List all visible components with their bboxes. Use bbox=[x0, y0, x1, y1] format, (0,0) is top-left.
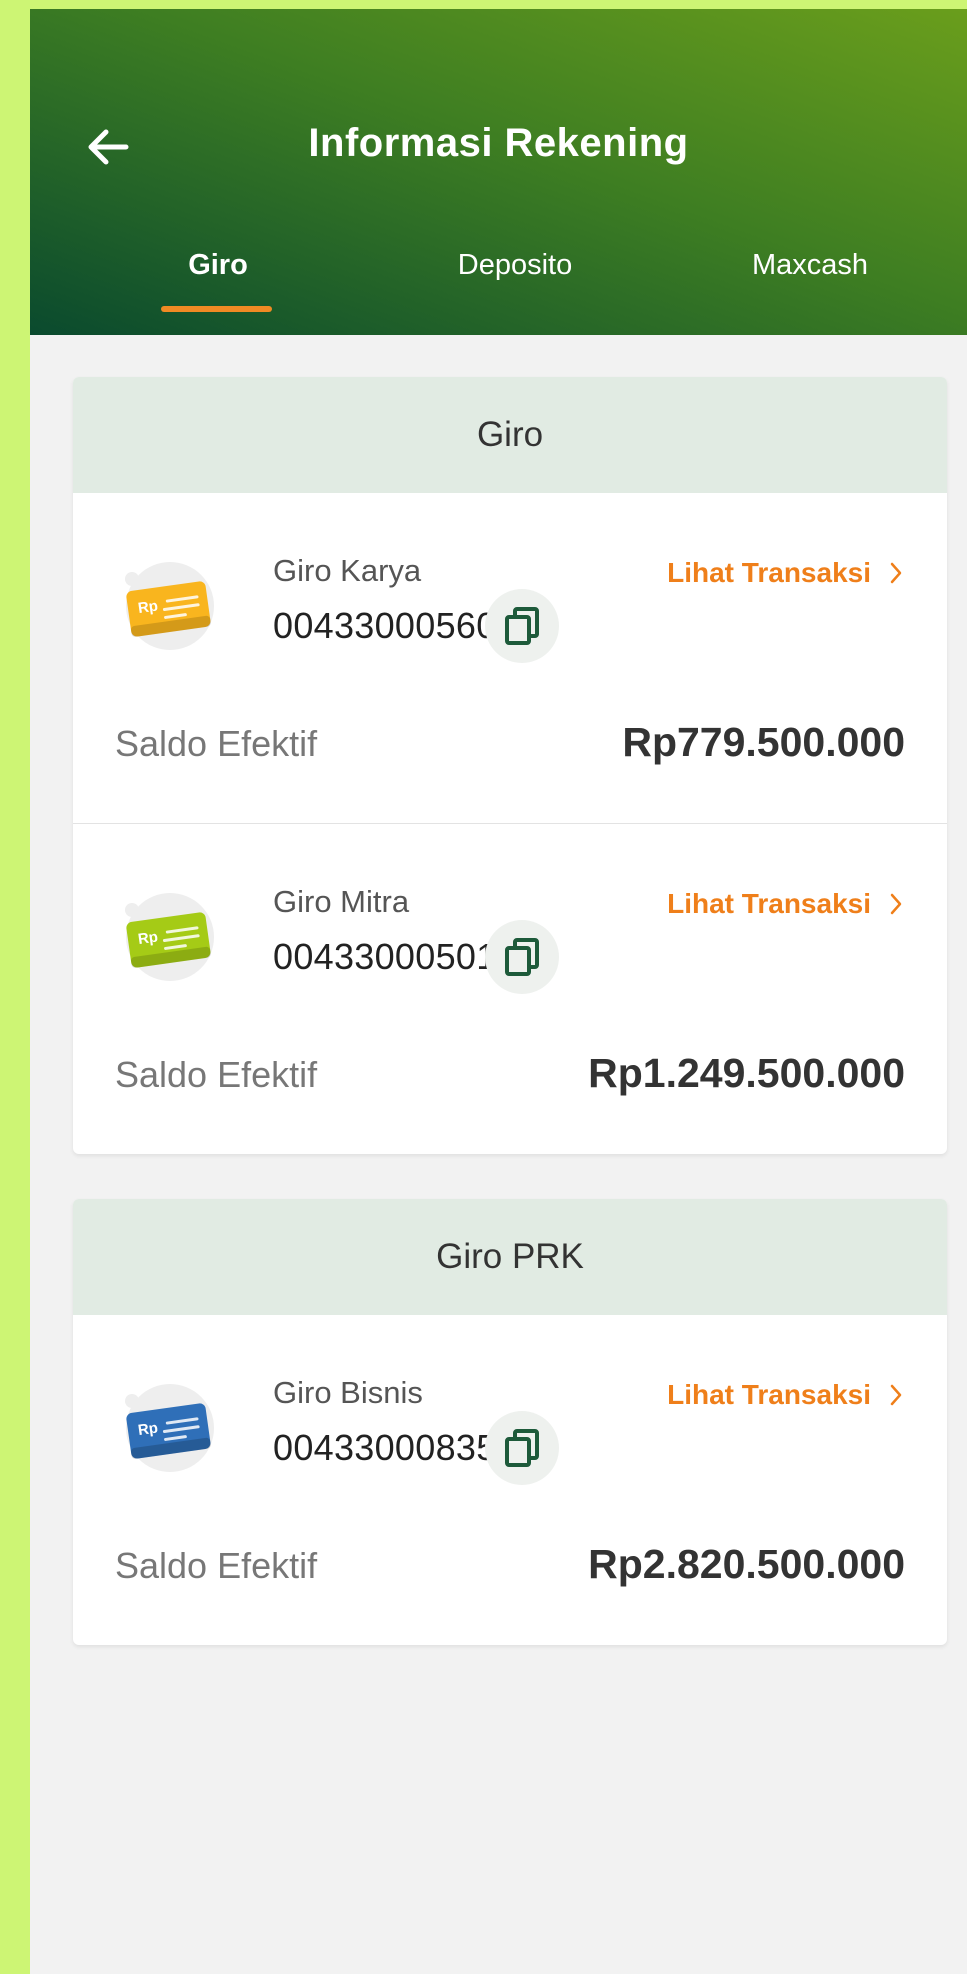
svg-text:Rp: Rp bbox=[137, 928, 159, 948]
saldo-value: Rp779.500.000 bbox=[622, 719, 905, 765]
view-transactions-link[interactable]: Lihat Transaksi bbox=[667, 1379, 903, 1411]
copy-button[interactable] bbox=[485, 920, 559, 994]
view-transactions-label: Lihat Transaksi bbox=[667, 1379, 871, 1410]
app-screen: Informasi Rekening Giro Deposito Maxcash… bbox=[30, 9, 967, 1974]
copy-button[interactable] bbox=[485, 589, 559, 663]
svg-text:Rp: Rp bbox=[137, 597, 159, 617]
group-header: Giro bbox=[73, 377, 947, 493]
view-transactions-link[interactable]: Lihat Transaksi bbox=[667, 888, 903, 920]
copy-icon bbox=[505, 607, 539, 645]
header: Informasi Rekening Giro Deposito Maxcash bbox=[30, 9, 967, 335]
account-number: 00433000835 bbox=[273, 1427, 497, 1468]
account-number: 00433000560 bbox=[273, 605, 497, 646]
copy-icon bbox=[505, 938, 539, 976]
card-icon: Rp bbox=[118, 892, 218, 982]
view-transactions-label: Lihat Transaksi bbox=[667, 888, 871, 919]
svg-text:Rp: Rp bbox=[137, 1419, 159, 1439]
account-group-giro-prk: Giro PRK Rp Giro Bisnis 00433000835 Liha… bbox=[73, 1199, 947, 1645]
tab-maxcash[interactable]: Maxcash bbox=[730, 249, 890, 282]
account-item: Rp Giro Mitra 00433000501 Lihat Transaks… bbox=[73, 823, 947, 1154]
active-tab-indicator bbox=[161, 306, 272, 312]
tab-giro[interactable]: Giro bbox=[156, 249, 280, 282]
saldo-value: Rp1.249.500.000 bbox=[588, 1050, 905, 1096]
group-header: Giro PRK bbox=[73, 1199, 947, 1315]
view-transactions-link[interactable]: Lihat Transaksi bbox=[667, 557, 903, 589]
saldo-label: Saldo Efektif bbox=[115, 1545, 318, 1586]
view-transactions-label: Lihat Transaksi bbox=[667, 557, 871, 588]
copy-icon bbox=[505, 1429, 539, 1467]
account-name: Giro Karya bbox=[273, 553, 422, 588]
account-item: Rp Giro Bisnis 00433000835 Lihat Transak… bbox=[73, 1315, 947, 1645]
chevron-right-icon bbox=[890, 893, 902, 915]
saldo-value: Rp2.820.500.000 bbox=[588, 1541, 905, 1587]
account-name: Giro Bisnis bbox=[273, 1375, 423, 1410]
saldo-label: Saldo Efektif bbox=[115, 723, 318, 764]
saldo-label: Saldo Efektif bbox=[115, 1054, 318, 1095]
chevron-right-icon bbox=[890, 562, 902, 584]
account-group-giro: Giro Rp Giro Karya 00433000560 Lihat Tra… bbox=[73, 377, 947, 1154]
account-item: Rp Giro Karya 00433000560 Lihat Transaks… bbox=[73, 493, 947, 823]
page-title: Informasi Rekening bbox=[308, 121, 689, 165]
card-icon: Rp bbox=[118, 561, 218, 651]
chevron-right-icon bbox=[890, 1384, 902, 1406]
account-name: Giro Mitra bbox=[273, 884, 410, 919]
account-number: 00433000501 bbox=[273, 936, 497, 977]
card-icon: Rp bbox=[118, 1383, 218, 1473]
tab-deposito[interactable]: Deposito bbox=[435, 249, 595, 282]
copy-button[interactable] bbox=[485, 1411, 559, 1485]
